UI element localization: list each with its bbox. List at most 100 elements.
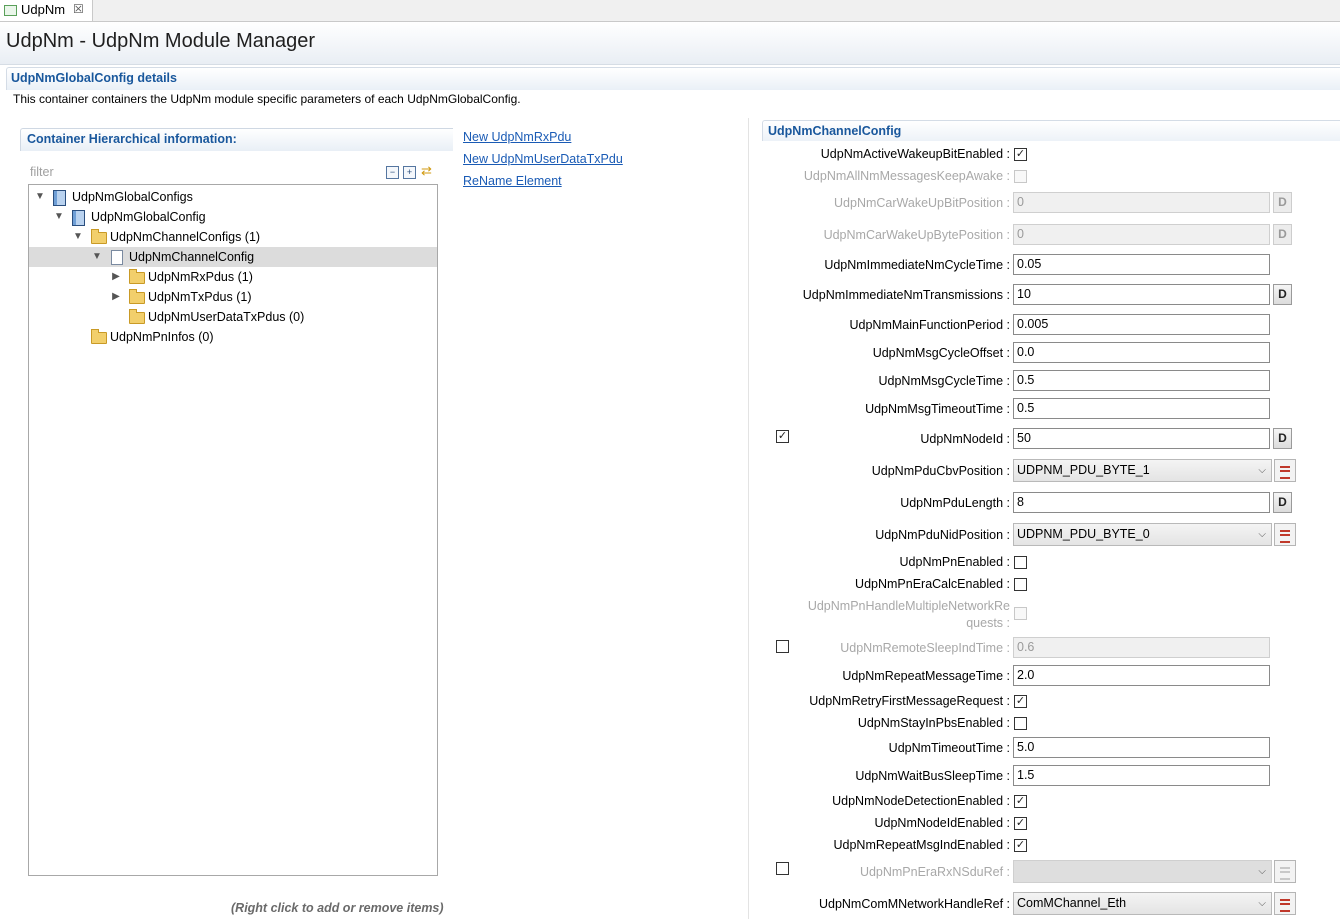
- node-id-field[interactable]: 50: [1013, 428, 1270, 449]
- car-wakeup-byte-position-default-button[interactable]: D: [1273, 224, 1292, 245]
- node-id-default-button[interactable]: D: [1273, 428, 1292, 449]
- timeout-time-field[interactable]: 5.0: [1013, 737, 1270, 758]
- channel-config-title[interactable]: UdpNmChannelConfig: [768, 124, 901, 138]
- chevron-down-icon[interactable]: ▼: [35, 187, 45, 207]
- editor-tab-bar: [0, 0, 1340, 22]
- expand-all-icon[interactable]: +: [403, 166, 416, 179]
- car-wakeup-bit-position-default-button[interactable]: D: [1273, 192, 1292, 213]
- tree-item-udpnm-tx-pdus[interactable]: ▶ UdpNmTxPdus (1): [29, 287, 437, 307]
- repeat-msg-ind-checkbox[interactable]: ✓: [1014, 839, 1027, 852]
- node-id-label: UdpNmNodeId :: [920, 432, 1010, 446]
- main-function-period-field[interactable]: 0.005: [1013, 314, 1270, 335]
- remote-sleep-ind-time-label: UdpNmRemoteSleepIndTime :: [840, 641, 1010, 655]
- filter-input[interactable]: filter: [30, 165, 54, 179]
- pn-era-rx-ref-label: UdpNmPnEraRxNSduRef :: [859, 865, 1010, 879]
- all-nm-keep-awake-checkbox[interactable]: [1014, 170, 1027, 183]
- tree-item-label: UdpNmChannelConfig: [129, 250, 255, 264]
- rename-element-link[interactable]: ReName Element: [463, 174, 562, 188]
- wait-bus-sleep-time-label: UdpNmWaitBusSleepTime :: [855, 769, 1010, 783]
- tree-item-udpnm-channel-config[interactable]: ▼ UdpNmChannelConfig: [29, 247, 437, 267]
- tree-item-udpnm-global-config[interactable]: ▼ UdpNmGlobalConfig: [29, 207, 437, 227]
- pn-era-calc-checkbox[interactable]: [1014, 578, 1027, 591]
- car-wakeup-bit-position-field[interactable]: 0: [1013, 192, 1270, 213]
- section-header: [6, 67, 1340, 90]
- pdu-nid-position-label: UdpNmPduNidPosition :: [875, 528, 1010, 542]
- node-id-enabled-checkbox[interactable]: ✓: [1014, 817, 1027, 830]
- msg-cycle-offset-label: UdpNmMsgCycleOffset :: [872, 346, 1010, 360]
- comm-network-handle-select[interactable]: ComMChannel_Eth ⌵: [1013, 892, 1272, 915]
- repeat-message-time-field[interactable]: 2.0: [1013, 665, 1270, 686]
- comm-network-handle-label: UdpNmComMNetworkHandleRef :: [818, 897, 1010, 911]
- active-wakeup-label: UdpNmActiveWakeupBitEnabled :: [820, 147, 1010, 161]
- chevron-down-icon: ⌵: [1258, 465, 1266, 476]
- pn-enabled-checkbox[interactable]: [1014, 556, 1027, 569]
- new-rx-pdu-link[interactable]: New UdpNmRxPdu: [463, 130, 571, 144]
- list-icon: [1280, 530, 1290, 543]
- tab-label: UdpNm: [21, 2, 66, 17]
- stay-in-pbs-checkbox[interactable]: [1014, 717, 1027, 730]
- hierarchy-title[interactable]: Container Hierarchical information:: [27, 132, 237, 146]
- link-with-editor-icon[interactable]: ⇄: [421, 164, 432, 177]
- close-icon[interactable]: ☒: [73, 2, 84, 16]
- panel-divider: [748, 118, 749, 919]
- module-icon: [53, 190, 66, 206]
- node-detection-label: UdpNmNodeDetectionEnabled :: [832, 794, 1010, 808]
- chevron-down-icon[interactable]: ▼: [92, 247, 102, 267]
- pn-era-rx-ref-select[interactable]: ⌵: [1013, 860, 1272, 883]
- tree-item-udpnm-user-data-tx-pdus[interactable]: UdpNmUserDataTxPdus (0): [29, 307, 437, 327]
- node-id-enable-checkbox[interactable]: ✓: [776, 430, 789, 443]
- chevron-down-icon[interactable]: ▼: [54, 207, 64, 227]
- chevron-down-icon: ⌵: [1258, 529, 1266, 540]
- chevron-down-icon[interactable]: ▼: [73, 227, 83, 247]
- car-wakeup-byte-position-field[interactable]: 0: [1013, 224, 1270, 245]
- folder-icon: [91, 329, 107, 344]
- comm-network-handle-list-button[interactable]: [1274, 892, 1296, 915]
- tab-udpnm[interactable]: UdpNm ☒: [0, 0, 93, 21]
- collapse-all-icon[interactable]: −: [386, 166, 399, 179]
- pdu-cbv-position-list-button[interactable]: [1274, 459, 1296, 482]
- comm-network-handle-value: ComMChannel_Eth: [1017, 896, 1127, 910]
- list-icon: [1280, 867, 1290, 880]
- chevron-down-icon: ⌵: [1258, 898, 1266, 909]
- node-id-enabled-label: UdpNmNodeIdEnabled :: [874, 816, 1011, 830]
- tree-item-udpnm-rx-pdus[interactable]: ▶ UdpNmRxPdus (1): [29, 267, 437, 287]
- pdu-cbv-position-select[interactable]: UDPNM_PDU_BYTE_1 ⌵: [1013, 459, 1272, 482]
- active-wakeup-checkbox[interactable]: ✓: [1014, 148, 1027, 161]
- pn-era-rx-ref-enable-checkbox[interactable]: [776, 862, 789, 875]
- tree-item-udpnm-channel-configs[interactable]: ▼ UdpNmChannelConfigs (1): [29, 227, 437, 247]
- pn-era-rx-ref-list-button[interactable]: [1274, 860, 1296, 883]
- retry-first-message-label: UdpNmRetryFirstMessageRequest :: [809, 694, 1010, 708]
- section-title[interactable]: UdpNmGlobalConfig details: [11, 71, 177, 85]
- pdu-length-default-button[interactable]: D: [1273, 492, 1292, 513]
- all-nm-keep-awake-label: UdpNmAllNmMessagesKeepAwake :: [803, 169, 1010, 183]
- pdu-nid-position-select[interactable]: UDPNM_PDU_BYTE_0 ⌵: [1013, 523, 1272, 546]
- msg-cycle-time-field[interactable]: 0.5: [1013, 370, 1270, 391]
- msg-cycle-offset-field[interactable]: 0.0: [1013, 342, 1270, 363]
- msg-timeout-time-field[interactable]: 0.5: [1013, 398, 1270, 419]
- wait-bus-sleep-time-field[interactable]: 1.5: [1013, 765, 1270, 786]
- remote-sleep-ind-time-field[interactable]: 0.6: [1013, 637, 1270, 658]
- main-function-period-label: UdpNmMainFunctionPeriod :: [849, 318, 1011, 332]
- chevron-right-icon[interactable]: ▶: [111, 287, 121, 307]
- remote-sleep-ind-enable-checkbox[interactable]: [776, 640, 789, 653]
- tree-item-udpnm-pn-infos[interactable]: UdpNmPnInfos (0): [29, 327, 437, 347]
- pn-handle-multiple-checkbox[interactable]: [1014, 607, 1027, 620]
- immediate-transmissions-default-button[interactable]: D: [1273, 284, 1292, 305]
- chevron-right-icon[interactable]: ▶: [111, 267, 121, 287]
- tree-item-label: UdpNmTxPdus (1): [148, 290, 252, 304]
- hierarchy-tree[interactable]: ▼ UdpNmGlobalConfigs ▼ UdpNmGlobalConfig…: [28, 184, 438, 876]
- list-icon: [1280, 899, 1290, 912]
- document-icon: [111, 250, 123, 265]
- immediate-transmissions-field[interactable]: 10: [1013, 284, 1270, 305]
- new-user-data-tx-pdu-link[interactable]: New UdpNmUserDataTxPdu: [463, 152, 623, 166]
- repeat-msg-ind-label: UdpNmRepeatMsgIndEnabled :: [833, 838, 1011, 852]
- pdu-cbv-position-label: UdpNmPduCbvPosition :: [871, 464, 1010, 478]
- immediate-cycle-time-label: UdpNmImmediateNmCycleTime :: [824, 258, 1010, 272]
- node-detection-checkbox[interactable]: ✓: [1014, 795, 1027, 808]
- pdu-length-field[interactable]: 8: [1013, 492, 1270, 513]
- tree-item-udpnm-global-configs[interactable]: ▼ UdpNmGlobalConfigs: [29, 187, 437, 207]
- immediate-cycle-time-field[interactable]: 0.05: [1013, 254, 1270, 275]
- pdu-nid-position-list-button[interactable]: [1274, 523, 1296, 546]
- pdu-cbv-position-value: UDPNM_PDU_BYTE_1: [1017, 463, 1150, 477]
- retry-first-message-checkbox[interactable]: ✓: [1014, 695, 1027, 708]
